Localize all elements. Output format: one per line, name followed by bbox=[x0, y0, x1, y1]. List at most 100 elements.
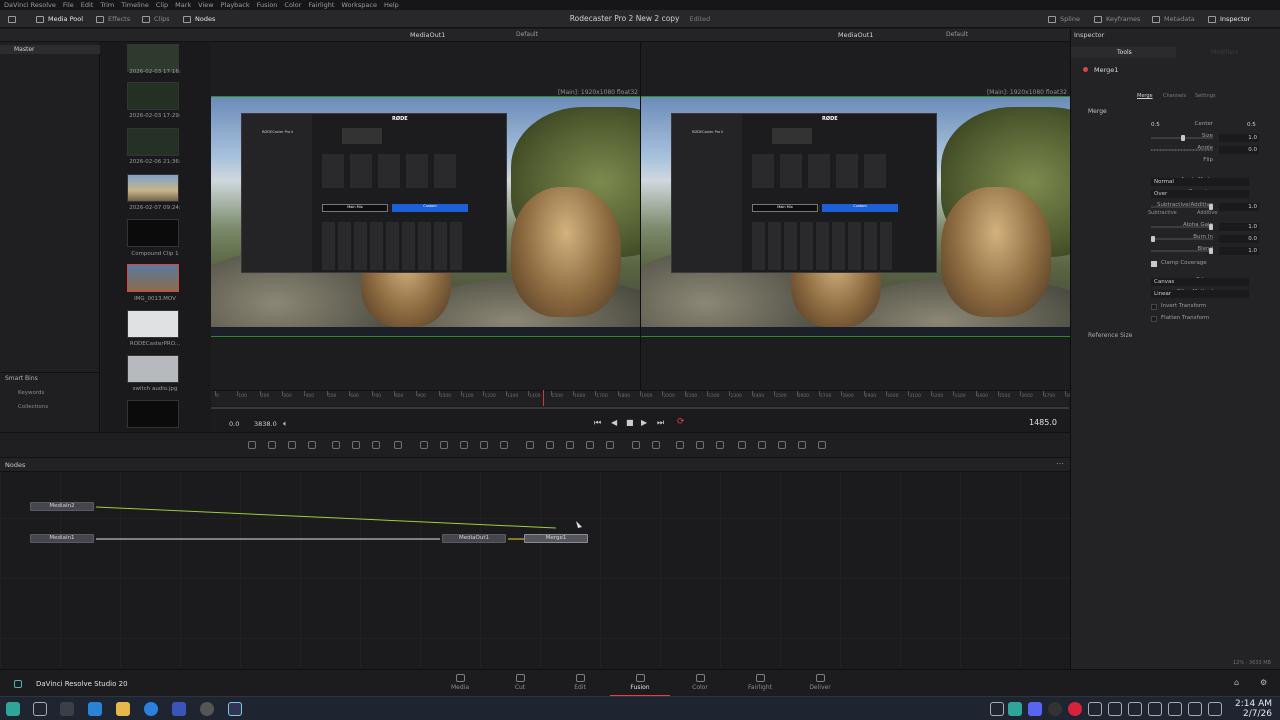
fusion-tool-button[interactable] bbox=[606, 441, 614, 449]
left-viewer[interactable]: [Main]: 1920x1080 float32 RØDE RØDECaste… bbox=[211, 42, 640, 390]
menu-edit[interactable]: Edit bbox=[81, 1, 94, 9]
fusion-tool-button[interactable] bbox=[268, 441, 276, 449]
tray-icon[interactable] bbox=[990, 702, 1004, 716]
fusion-tool-button[interactable] bbox=[440, 441, 448, 449]
menu-trim[interactable]: Trim bbox=[100, 1, 114, 9]
menu-davinci[interactable]: DaVinci Resolve bbox=[4, 1, 56, 9]
left-viewer-mode[interactable]: Default bbox=[516, 31, 538, 38]
menu-clip[interactable]: Clip bbox=[156, 1, 168, 9]
angle-dial[interactable] bbox=[1151, 149, 1213, 151]
node-mediain2[interactable]: MediaIn2 bbox=[30, 502, 94, 511]
subtractive-additive-field[interactable]: 1.0 bbox=[1219, 203, 1259, 211]
fusion-tool-button[interactable] bbox=[332, 441, 340, 449]
more-options-icon[interactable]: ⋯ bbox=[1056, 459, 1064, 468]
clip-thumbnail[interactable] bbox=[127, 400, 179, 428]
go-to-start-icon[interactable]: ⏮ bbox=[594, 418, 601, 428]
time-ruler[interactable]: 0 100 200 300 400 500 600 700 800 900 1000 1100 1200… bbox=[211, 390, 1077, 406]
menu-color[interactable]: Color bbox=[284, 1, 301, 9]
alpha-gain-slider[interactable] bbox=[1151, 224, 1213, 230]
page-edit[interactable]: Edit bbox=[550, 674, 610, 691]
playhead[interactable] bbox=[543, 390, 544, 406]
clip-thumbnail[interactable] bbox=[127, 44, 179, 72]
filter-method-dropdown[interactable]: Linear bbox=[1151, 290, 1249, 298]
page-cut[interactable]: Cut bbox=[490, 674, 550, 691]
fusion-tool-button[interactable] bbox=[480, 441, 488, 449]
clip-thumbnail-selected[interactable] bbox=[127, 264, 179, 292]
settings-gear-icon[interactable]: ⚙ bbox=[1260, 678, 1267, 687]
task-view-icon[interactable] bbox=[33, 702, 47, 716]
edge-browser-icon[interactable] bbox=[144, 702, 158, 716]
fusion-tool-button[interactable] bbox=[460, 441, 468, 449]
right-viewer[interactable]: [Main]: 1920x1080 float32 RØDE RØDECaste… bbox=[640, 42, 1070, 390]
operator-dropdown[interactable]: Over bbox=[1151, 190, 1249, 198]
fusion-tool-button[interactable] bbox=[546, 441, 554, 449]
file-explorer-icon[interactable] bbox=[116, 702, 130, 716]
play-icon[interactable]: ▶ bbox=[641, 418, 647, 427]
fusion-tool-button[interactable] bbox=[676, 441, 684, 449]
page-fairlight[interactable]: Fairlight bbox=[730, 674, 790, 691]
angle-field[interactable]: 0.0 bbox=[1219, 146, 1259, 154]
brightness-icon[interactable] bbox=[1148, 702, 1162, 716]
fusion-tool-button[interactable] bbox=[288, 441, 296, 449]
reference-size-section[interactable]: Reference Size bbox=[1088, 332, 1132, 339]
keywords-bin[interactable]: Keywords bbox=[18, 390, 44, 396]
menu-file[interactable]: File bbox=[63, 1, 74, 9]
clipboard-icon[interactable] bbox=[1088, 702, 1102, 716]
fusion-tool-button[interactable] bbox=[566, 441, 574, 449]
fusion-tool-button[interactable] bbox=[696, 441, 704, 449]
menu-help[interactable]: Help bbox=[384, 1, 399, 9]
subtab-channels[interactable]: Channels bbox=[1163, 93, 1186, 99]
discord-icon[interactable] bbox=[1028, 702, 1042, 716]
notification-icon[interactable] bbox=[1208, 702, 1222, 716]
master-bin[interactable]: Master bbox=[14, 46, 35, 53]
menu-workspace[interactable]: Workspace bbox=[341, 1, 377, 9]
davinci-taskbar-icon[interactable] bbox=[228, 702, 242, 716]
tab-tools[interactable]: Tools bbox=[1117, 49, 1132, 56]
fusion-tool-button[interactable] bbox=[798, 441, 806, 449]
clip-thumbnail[interactable] bbox=[127, 355, 179, 383]
blend-slider[interactable] bbox=[1151, 248, 1213, 254]
system-clock[interactable]: 2:14 AM 2/7/26 bbox=[1235, 699, 1272, 719]
fusion-tool-button[interactable] bbox=[500, 441, 508, 449]
menu-timeline[interactable]: Timeline bbox=[121, 1, 149, 9]
copilot-icon[interactable] bbox=[6, 702, 20, 716]
apply-mode-dropdown[interactable]: Normal bbox=[1151, 178, 1249, 186]
subtab-merge[interactable]: Merge bbox=[1137, 93, 1153, 99]
collections-bin[interactable]: Collections bbox=[18, 404, 48, 410]
clip-thumbnail[interactable] bbox=[127, 174, 179, 202]
node-editor[interactable]: MediaIn2 MediaIn1 MediaOut1 Merge1 bbox=[0, 458, 1070, 668]
fusion-tool-button[interactable] bbox=[778, 441, 786, 449]
tab-modifiers[interactable]: Modifiers bbox=[1211, 49, 1238, 56]
center-x-field[interactable]: 0.5 bbox=[1151, 122, 1160, 128]
node-merge1[interactable]: Merge1 bbox=[524, 534, 588, 543]
fusion-tool-button[interactable] bbox=[758, 441, 766, 449]
volume-icon[interactable] bbox=[1128, 702, 1142, 716]
fusion-tool-button[interactable] bbox=[738, 441, 746, 449]
home-icon[interactable]: ⌂ bbox=[1234, 678, 1239, 687]
menu-playback[interactable]: Playback bbox=[221, 1, 250, 9]
fusion-tool-button[interactable] bbox=[352, 441, 360, 449]
clip-thumbnail[interactable] bbox=[127, 219, 179, 247]
subtab-settings[interactable]: Settings bbox=[1195, 93, 1216, 99]
node-mediaout1[interactable]: MediaOut1 bbox=[442, 534, 506, 543]
page-deliver[interactable]: Deliver bbox=[790, 674, 850, 691]
center-y-field[interactable]: 0.5 bbox=[1247, 122, 1256, 128]
page-media[interactable]: Media bbox=[430, 674, 490, 691]
render-start-field[interactable]: 0.0 bbox=[229, 420, 239, 428]
flatten-transform-checkbox[interactable] bbox=[1151, 316, 1157, 322]
stop-icon[interactable]: ■ bbox=[626, 418, 634, 427]
fusion-tool-button[interactable] bbox=[586, 441, 594, 449]
node-mediain1[interactable]: MediaIn1 bbox=[30, 534, 94, 543]
subtractive-additive-slider[interactable] bbox=[1151, 204, 1213, 210]
blend-field[interactable]: 1.0 bbox=[1219, 247, 1259, 255]
tray-app-icon[interactable] bbox=[1008, 702, 1022, 716]
invert-transform-checkbox[interactable] bbox=[1151, 304, 1157, 310]
terminal-icon[interactable] bbox=[60, 702, 74, 716]
merge-section-header[interactable]: Merge bbox=[1088, 108, 1107, 115]
alpha-gain-field[interactable]: 1.0 bbox=[1219, 223, 1259, 231]
fusion-tool-button[interactable] bbox=[394, 441, 402, 449]
fusion-tool-button[interactable] bbox=[372, 441, 380, 449]
size-field[interactable]: 1.0 bbox=[1219, 134, 1259, 142]
obs-icon[interactable] bbox=[200, 702, 214, 716]
perplexity-icon[interactable] bbox=[172, 702, 186, 716]
